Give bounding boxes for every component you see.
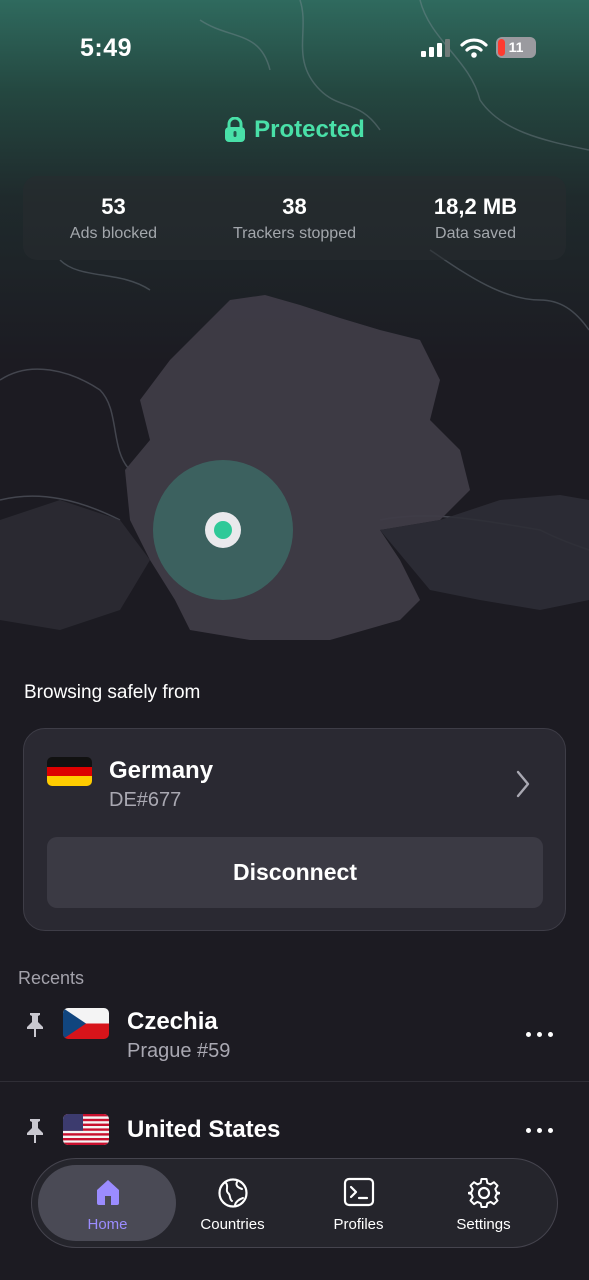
browsing-label: Browsing safely from xyxy=(24,682,201,703)
protection-status: Protected xyxy=(0,116,589,144)
czechia-flag-icon xyxy=(63,1008,109,1039)
tab-bar: Home Countries Profiles Settings xyxy=(31,1158,558,1248)
chevron-right-icon[interactable] xyxy=(515,770,531,798)
clock: 5:49 xyxy=(80,34,133,62)
server-id: DE#677 xyxy=(109,789,182,811)
lock-icon xyxy=(225,117,246,142)
wifi-icon xyxy=(460,38,488,58)
united-states-flag-icon xyxy=(63,1114,109,1145)
stat-label: Data saved xyxy=(435,225,516,242)
tab-settings[interactable]: Settings xyxy=(421,1159,546,1249)
tab-countries[interactable]: Countries xyxy=(170,1159,295,1249)
more-options-icon[interactable] xyxy=(526,1032,553,1037)
current-server-card: Germany DE#677 Disconnect xyxy=(23,728,566,931)
server-country[interactable]: Germany xyxy=(109,757,213,785)
map[interactable] xyxy=(0,0,589,660)
recent-country: United States xyxy=(127,1116,281,1143)
stat-ads-blocked: 53 Ads blocked xyxy=(23,176,204,260)
location-dot xyxy=(214,521,232,539)
tab-label: Home xyxy=(87,1216,128,1233)
tab-label: Profiles xyxy=(333,1216,384,1233)
tab-profiles[interactable]: Profiles xyxy=(296,1159,421,1249)
stat-data-saved: 18,2 MB Data saved xyxy=(385,176,566,260)
home-icon xyxy=(96,1180,119,1205)
germany-shape xyxy=(125,295,470,640)
stats-panel: 53 Ads blocked 38 Trackers stopped 18,2 … xyxy=(23,176,566,260)
stat-trackers-stopped: 38 Trackers stopped xyxy=(204,176,385,260)
pin-icon[interactable] xyxy=(24,1012,46,1038)
germany-flag-icon xyxy=(47,757,92,786)
disconnect-button[interactable]: Disconnect xyxy=(47,837,543,908)
gear-icon xyxy=(467,1178,500,1208)
recent-country: Czechia xyxy=(127,1008,218,1035)
more-options-icon[interactable] xyxy=(526,1128,553,1133)
tab-label: Countries xyxy=(200,1216,265,1233)
terminal-icon xyxy=(343,1177,374,1207)
battery-icon: 11 xyxy=(496,37,536,58)
stat-value: 53 xyxy=(101,194,126,219)
recent-item-czechia[interactable]: Czechia Prague #59 xyxy=(0,998,589,1082)
cellular-signal-icon xyxy=(421,39,450,57)
protected-label: Protected xyxy=(254,116,365,143)
stat-label: Ads blocked xyxy=(69,225,158,242)
tab-home[interactable]: Home xyxy=(45,1159,170,1249)
pin-icon[interactable] xyxy=(24,1118,46,1144)
stat-value: 18,2 MB xyxy=(433,194,518,219)
battery-level: 11 xyxy=(508,39,524,55)
globe-icon xyxy=(217,1178,248,1208)
recent-server: Prague #59 xyxy=(127,1040,231,1062)
status-bar: 5:49 11 xyxy=(0,0,589,96)
stat-label: Trackers stopped xyxy=(232,225,356,242)
stat-value: 38 xyxy=(282,194,307,219)
recents-label: Recents xyxy=(18,968,85,988)
tab-label: Settings xyxy=(456,1216,511,1233)
